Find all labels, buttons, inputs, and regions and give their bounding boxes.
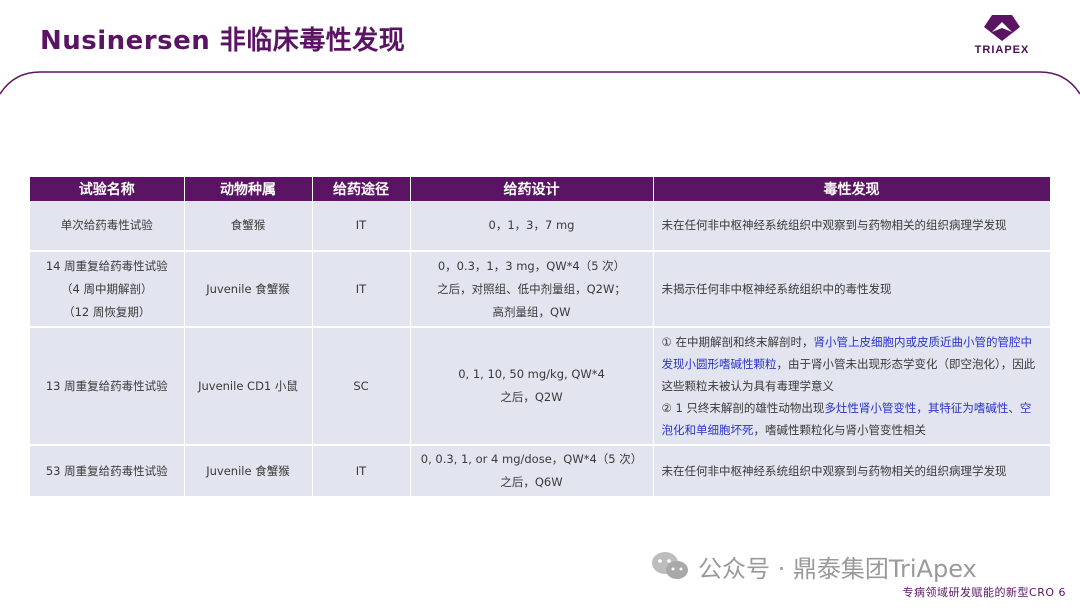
cell-route: IT	[312, 201, 411, 252]
design-line: 0, 1, 10, 50 mg/kg, QW*4	[458, 367, 605, 381]
page-title: Nusinersen 非临床毒性发现	[40, 26, 406, 56]
toxicity-table: 试验名称 动物种属 给药途径 给药设计 毒性发现 单次给药毒性试验 食蟹猴 IT 0，…	[30, 177, 1051, 498]
study-line: 13 周重复给药毒性试验	[45, 378, 168, 393]
cell-finding: 未在任何非中枢神经系统组织中观察到与药物相关的组织病理学发现	[653, 445, 1051, 498]
study-line: 单次给药毒性试验	[60, 218, 153, 232]
finding-text: ，嗜碱性颗粒化与肾小管变性相关	[753, 423, 927, 437]
logo-text: TRIAPEX	[974, 44, 1030, 56]
watermark-text: 公众号 · 鼎泰集团TriApex	[698, 554, 977, 583]
finding-text: 未在任何非中枢神经系统组织中观察到与药物相关的组织病理学发现	[661, 218, 1007, 232]
design-line: 之后，对照组、低中剂量组，Q2W；	[437, 281, 626, 296]
triapex-logo-icon	[984, 15, 1020, 41]
cell-study: 单次给药毒性试验	[30, 201, 185, 252]
cell-species: 食蟹猴	[184, 201, 313, 252]
cell-route: SC	[312, 327, 411, 446]
cell-route: IT	[312, 445, 411, 498]
cell-study: 13 周重复给药毒性试验	[30, 327, 185, 446]
header-divider	[0, 71, 1080, 95]
design-line: 高剂量组，QW	[492, 304, 571, 319]
cell-finding: 未揭示任何非中枢神经系统组织中的毒性发现	[653, 251, 1051, 328]
watermark: 公众号 · 鼎泰集团TriApex	[650, 548, 977, 584]
cell-species: Juvenile CD1 小鼠	[184, 327, 313, 446]
col-header-route: 给药途径	[312, 177, 411, 201]
study-line: （4 周中期解剖）	[61, 281, 153, 296]
cell-design: 0，0.3，1，3 mg，QW*4（5 次） 之后，对照组、低中剂量组，Q2W； 高…	[410, 251, 654, 328]
table-row: 53 周重复给药毒性试验 Juvenile 食蟹猴 IT 0, 0.3, 1, or …	[30, 445, 1051, 498]
col-header-design: 给药设计	[410, 177, 654, 201]
cell-finding: 未在任何非中枢神经系统组织中观察到与药物相关的组织病理学发现	[653, 201, 1051, 252]
design-line: 之后，Q6W	[500, 475, 563, 489]
finding-text: 未揭示任何非中枢神经系统组织中的毒性发现	[661, 281, 892, 296]
table-row: 单次给药毒性试验 食蟹猴 IT 0，1，3，7 mg 未在任何非中枢神经系统组织中观察到…	[30, 201, 1051, 252]
table-row: 13 周重复给药毒性试验 Juvenile CD1 小鼠 SC 0, 1, 10, 5…	[30, 327, 1051, 446]
cell-study: 53 周重复给药毒性试验	[30, 445, 185, 498]
table-header-row: 试验名称 动物种属 给药途径 给药设计 毒性发现	[30, 177, 1051, 201]
wechat-icon	[652, 552, 688, 579]
study-line: （12 周恢复期）	[63, 304, 151, 319]
finding-text: 未在任何非中枢神经系统组织中观察到与药物相关的组织病理学发现	[661, 463, 1007, 478]
cell-species: Juvenile 食蟹猴	[184, 445, 313, 498]
finding-text: ① 在中期解剖和终末解剖时，	[661, 335, 814, 349]
cell-design: 0, 0.3, 1, or 4 mg/dose，QW*4（5 次） 之后，Q6W	[410, 445, 654, 498]
cell-design: 0，1，3，7 mg	[410, 201, 654, 252]
study-line: 14 周重复给药毒性试验	[45, 258, 168, 273]
design-line: 0，1，3，7 mg	[488, 218, 575, 232]
finding-text: ② 1 只终末解剖的雄性动物出现	[661, 401, 825, 415]
cell-route: IT	[312, 251, 411, 328]
cell-study: 14 周重复给药毒性试验 （4 周中期解剖） （12 周恢复期）	[30, 251, 185, 328]
design-line: 0，0.3，1，3 mg，QW*4（5 次）	[437, 258, 626, 273]
cell-species: Juvenile 食蟹猴	[184, 251, 313, 328]
design-line: 0, 0.3, 1, or 4 mg/dose，QW*4（5 次）	[420, 452, 643, 466]
design-line: 之后，Q2W	[500, 390, 563, 404]
study-line: 53 周重复给药毒性试验	[45, 463, 168, 478]
footer-text: 专病领域研发赋能的新型CRO 6	[902, 586, 1066, 599]
cell-finding: ① 在中期解剖和终末解剖时，肾小管上皮细胞内或皮质近曲小管的管腔中发现小圆形嗜碱…	[653, 327, 1051, 446]
col-header-species: 动物种属	[184, 177, 313, 201]
table-row: 14 周重复给药毒性试验 （4 周中期解剖） （12 周恢复期） Juvenile 食…	[30, 251, 1051, 328]
col-header-finding: 毒性发现	[653, 177, 1051, 201]
triapex-logo: TRIAPEX	[962, 14, 1042, 58]
col-header-study: 试验名称	[30, 177, 185, 201]
cell-design: 0, 1, 10, 50 mg/kg, QW*4 之后，Q2W	[410, 327, 654, 446]
